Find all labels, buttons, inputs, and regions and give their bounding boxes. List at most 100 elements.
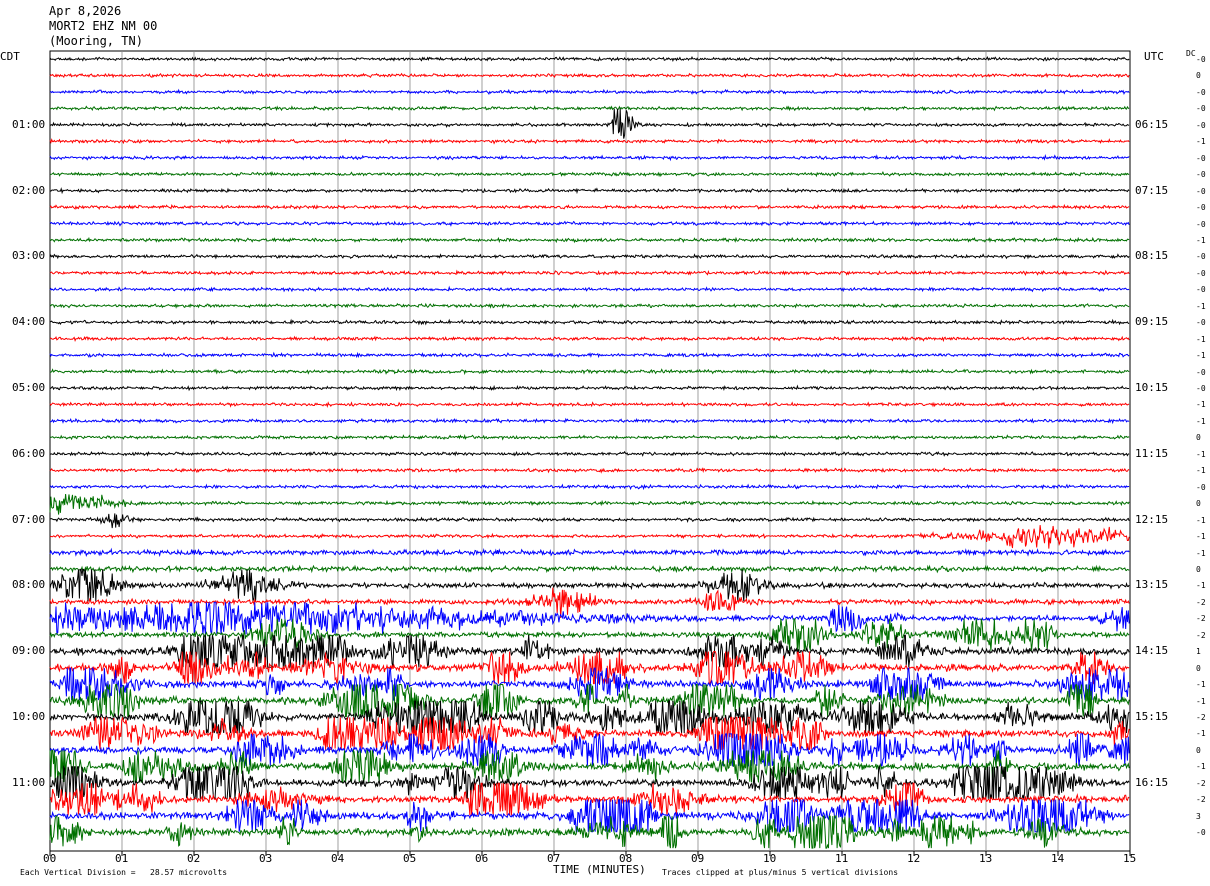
dc-offset-label: 1 [1196, 647, 1201, 657]
seismic-trace [49, 318, 1130, 326]
seismic-trace [49, 72, 1130, 79]
dc-offset-label: -1 [1196, 416, 1206, 426]
right-hour-label: 10:15 [1135, 381, 1169, 394]
dc-offset-label: -1 [1196, 400, 1206, 410]
left-hour-label: 06:00 [12, 446, 46, 460]
x-tick-label: 09 [691, 852, 705, 865]
footer-scale-note: Each Vertical Division = 28.57 microvolt… [20, 868, 228, 877]
dc-offset-label: -0 [1196, 318, 1206, 328]
dc-offset-label: -1 [1196, 696, 1206, 706]
left-hour-label: 02:00 [12, 183, 46, 197]
left-hour-label: 05:00 [12, 381, 46, 394]
left-hour-label: 09:00 [12, 644, 46, 658]
seismic-trace [49, 434, 1130, 441]
seismic-trace [49, 564, 1130, 574]
dc-offset-label: -2 [1196, 597, 1206, 607]
x-tick-label: 01 [115, 852, 129, 865]
dc-offset-label: -1 [1196, 515, 1206, 525]
dc-offset-label: -0 [1196, 219, 1206, 229]
dc-offset-label: -1 [1196, 762, 1206, 772]
dc-offset-label: -0 [1196, 285, 1206, 295]
right-hour-label: 12:15 [1135, 512, 1169, 526]
seismic-trace [49, 401, 1130, 409]
right-hour-label: 11:15 [1135, 446, 1169, 460]
x-tick-label: 15 [1123, 852, 1137, 865]
seismic-trace [49, 587, 1130, 618]
dc-offset-label: -1 [1196, 449, 1206, 459]
seismic-trace [49, 138, 1130, 145]
left-hour-label: 04:00 [12, 315, 46, 329]
x-tick-label: 02 [187, 852, 201, 865]
right-hour-label: 06:15 [1135, 117, 1169, 131]
dc-offset-label: -2 [1196, 713, 1206, 722]
left-hour-label: 03:00 [12, 249, 46, 263]
seismic-trace [49, 651, 1130, 685]
dc-offset-label: -1 [1196, 301, 1206, 311]
seismic-trace [49, 253, 1130, 260]
seismic-trace [49, 220, 1130, 227]
x-axis-title: TIME (MINUTES) [553, 863, 646, 876]
dc-offset-label: 0 [1196, 499, 1201, 509]
dc-offset-label: -1 [1196, 466, 1206, 476]
dc-offset-label: -0 [1196, 384, 1206, 393]
dc-offset-label: -0 [1196, 252, 1206, 262]
seismic-trace [49, 467, 1130, 474]
dc-offset-label: 3 [1196, 811, 1201, 821]
seismic-trace [49, 513, 1130, 529]
dc-offset-label: -0 [1196, 828, 1206, 838]
seismic-trace [49, 764, 1130, 801]
seismic-trace [49, 547, 1130, 558]
dc-offset-label: -0 [1196, 482, 1206, 492]
right-hour-label: 07:15 [1135, 183, 1169, 197]
seismic-trace [49, 236, 1130, 244]
dc-offset-label: -0 [1196, 268, 1206, 278]
x-tick-label: 00 [43, 852, 57, 865]
dc-offset-label: -0 [1196, 120, 1206, 130]
dc-offset-label: -0 [1196, 55, 1206, 64]
dc-offset-label: -1 [1196, 680, 1206, 690]
dc-offset-label: 0 [1196, 71, 1201, 81]
left-hour-label: 11:00 [12, 775, 46, 789]
seismic-trace [49, 483, 1130, 491]
dc-offset-label: -0 [1196, 87, 1206, 97]
seismic-trace [50, 170, 1130, 178]
seismic-trace [49, 493, 1130, 515]
x-tick-label: 12 [907, 852, 921, 865]
dc-offset-label: -2 [1196, 795, 1206, 805]
dc-offset-label: -0 [1196, 367, 1206, 377]
seismic-trace [49, 269, 1130, 277]
seismic-trace [49, 88, 1130, 96]
seismic-trace [49, 203, 1130, 211]
dc-offset-label: 0 [1196, 745, 1201, 755]
left-hour-label: 07:00 [12, 512, 46, 526]
dc-offset-label: 0 [1196, 564, 1201, 574]
dc-offset-label: -2 [1196, 778, 1206, 788]
seismic-trace [49, 351, 1130, 359]
dc-offset-label: 0 [1196, 663, 1201, 673]
x-tick-label: 14 [1051, 852, 1065, 865]
dc-offset-label: -0 [1196, 153, 1206, 163]
dc-offset-label: -1 [1196, 532, 1206, 542]
seismic-trace [49, 335, 1130, 343]
seismic-trace [49, 187, 1130, 195]
seismic-trace [49, 815, 1130, 849]
dc-offset-label: -1 [1196, 548, 1206, 558]
seismic-trace [49, 302, 1130, 309]
seismic-trace [49, 368, 1130, 376]
dc-offset-label: -0 [1196, 203, 1206, 213]
seismic-trace [49, 525, 1130, 549]
dc-offset-label: -1 [1196, 729, 1206, 739]
right-hour-label: 08:15 [1135, 249, 1169, 263]
x-tick-label: 06 [475, 852, 489, 865]
left-hour-label: 10:00 [12, 710, 46, 723]
dc-offset-label: -1 [1196, 334, 1206, 344]
dc-offset-label: -1 [1196, 581, 1206, 591]
x-tick-label: 11 [835, 852, 849, 865]
dc-offset-label: -2 [1196, 630, 1206, 640]
seismic-trace [49, 108, 1130, 139]
right-hour-label: 09:15 [1135, 315, 1169, 329]
footer-clip-note: Traces clipped at plus/minus 5 vertical … [662, 868, 899, 877]
seismic-trace [49, 384, 1130, 392]
dc-offset-label: -1 [1196, 351, 1206, 361]
x-tick-label: 05 [403, 852, 417, 865]
